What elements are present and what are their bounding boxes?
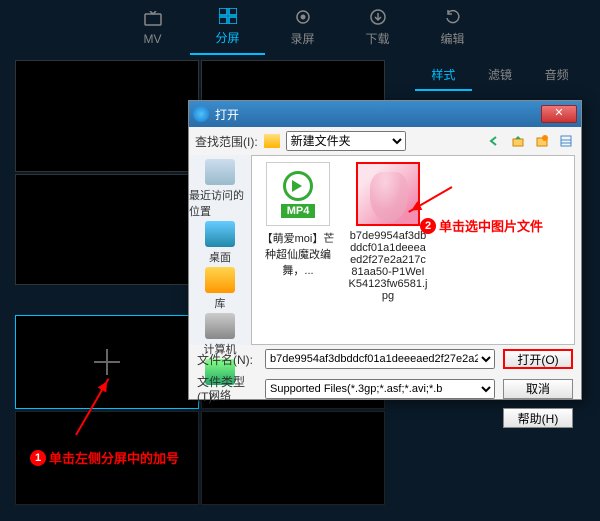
computer-icon (205, 313, 235, 339)
view-icon[interactable] (557, 132, 575, 150)
annotation-callout-2: 2 单击选中图片文件 (420, 216, 543, 235)
grid-cell[interactable] (15, 60, 199, 172)
annotation-badge: 1 (30, 450, 46, 466)
mp4-badge: MP4 (281, 204, 316, 218)
nav-label: 分屏 (215, 29, 239, 46)
library-icon (205, 267, 235, 293)
dialog-body: 最近访问的位置 桌面 库 计算机 网络 MP4 【萌爱moi】芒种超仙魔改编舞，… (189, 155, 581, 345)
back-icon[interactable] (485, 132, 503, 150)
play-icon (283, 171, 313, 201)
new-folder-icon[interactable] (533, 132, 551, 150)
folder-icon (264, 134, 280, 148)
grid-cell[interactable] (15, 174, 199, 286)
nav-label: 下载 (365, 30, 389, 47)
place-recent[interactable]: 最近访问的位置 (189, 159, 251, 219)
nav-label: MV (144, 32, 162, 46)
open-file-dialog: 打开 ✕ 查找范围(I): 新建文件夹 最近访问的位置 桌面 库 计算机 网络 … (188, 100, 582, 400)
place-label: 库 (215, 295, 226, 311)
path-label: 查找范围(I): (195, 133, 258, 150)
nav-label: 录屏 (290, 30, 314, 47)
dialog-title: 打开 (215, 106, 541, 123)
place-label: 最近访问的位置 (189, 187, 251, 219)
tab-audio[interactable]: 音频 (528, 60, 585, 91)
refresh-icon (443, 8, 463, 26)
dialog-footer: 文件名(N): b7de9954af3dbddcf01a1deeeaed2f27… (189, 345, 581, 432)
nav-label: 编辑 (440, 30, 464, 47)
file-item-image[interactable]: b7de9954af3dbddcf01a1deeeaed2f27e2a217c8… (348, 162, 428, 302)
filename-field[interactable]: b7de9954af3dbddcf01a1deeeaed2f27e2a21 (265, 349, 495, 369)
app-icon (193, 106, 209, 122)
place-library[interactable]: 库 (205, 267, 235, 311)
download-icon (368, 8, 388, 26)
tv-icon (143, 10, 163, 28)
annotation-text: 单击选中图片文件 (439, 216, 543, 235)
mp4-thumb: MP4 (266, 162, 330, 226)
places-bar: 最近访问的位置 桌面 库 计算机 网络 (189, 155, 251, 345)
path-row: 查找范围(I): 新建文件夹 (189, 127, 581, 155)
plus-icon (94, 349, 120, 375)
right-tabs: 样式 滤镜 音频 (415, 60, 585, 91)
annotation-badge: 2 (420, 218, 436, 234)
recent-icon (205, 159, 235, 185)
thumb-cell-selected[interactable] (15, 315, 199, 409)
filetype-label: 文件类型(T): (197, 373, 257, 404)
top-nav: MV 分屏 录屏 下载 编辑 (0, 0, 600, 55)
grid-icon (218, 7, 238, 25)
up-icon[interactable] (509, 132, 527, 150)
record-icon (293, 8, 313, 26)
file-item-video[interactable]: MP4 【萌爱moi】芒种超仙魔改编舞，... (258, 162, 338, 278)
nav-edit[interactable]: 编辑 (415, 0, 490, 55)
file-pane[interactable]: MP4 【萌爱moi】芒种超仙魔改编舞，... b7de9954af3dbddc… (251, 155, 575, 345)
dialog-titlebar[interactable]: 打开 ✕ (189, 101, 581, 127)
desktop-icon (205, 221, 235, 247)
place-desktop[interactable]: 桌面 (205, 221, 235, 265)
nav-record[interactable]: 录屏 (265, 0, 340, 55)
filetype-field[interactable]: Supported Files(*.3gp;*.asf;*.avi;*.b (265, 379, 495, 399)
tab-filter[interactable]: 滤镜 (472, 60, 529, 91)
file-name: b7de9954af3dbddcf01a1deeeaed2f27e2a217c8… (348, 230, 428, 302)
tab-style[interactable]: 样式 (415, 60, 472, 91)
close-icon[interactable]: ✕ (541, 105, 577, 123)
nav-mv[interactable]: MV (115, 0, 190, 55)
annotation-callout-1: 1 单击左侧分屏中的加号 (30, 448, 179, 467)
annotation-text: 单击左侧分屏中的加号 (49, 448, 179, 467)
place-label: 桌面 (209, 249, 231, 265)
nav-download[interactable]: 下载 (340, 0, 415, 55)
cancel-button[interactable]: 取消 (503, 379, 573, 399)
file-name: 【萌爱moi】芒种超仙魔改编舞，... (258, 230, 338, 278)
folder-select[interactable]: 新建文件夹 (286, 131, 406, 151)
open-button[interactable]: 打开(O) (503, 349, 573, 369)
help-button[interactable]: 帮助(H) (503, 408, 573, 428)
filename-label: 文件名(N): (197, 351, 257, 368)
nav-split[interactable]: 分屏 (190, 0, 265, 55)
